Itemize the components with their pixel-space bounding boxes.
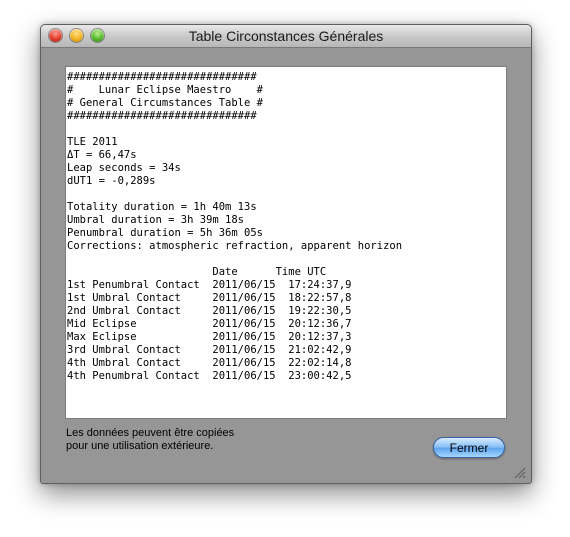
circumstances-text-area[interactable]: ############################## # Lunar E… [65, 66, 507, 419]
dialog-window: Table Circonstances Générales ##########… [40, 24, 532, 484]
window-title: Table Circonstances Générales [188, 28, 384, 44]
circumstances-table-text[interactable]: ############################## # Lunar E… [66, 67, 506, 383]
title-bar[interactable]: Table Circonstances Générales [41, 25, 531, 48]
close-button[interactable]: Fermer [433, 437, 505, 458]
copy-note: Les données peuvent être copiées pour un… [66, 427, 235, 452]
resize-grip-icon[interactable] [514, 467, 526, 479]
